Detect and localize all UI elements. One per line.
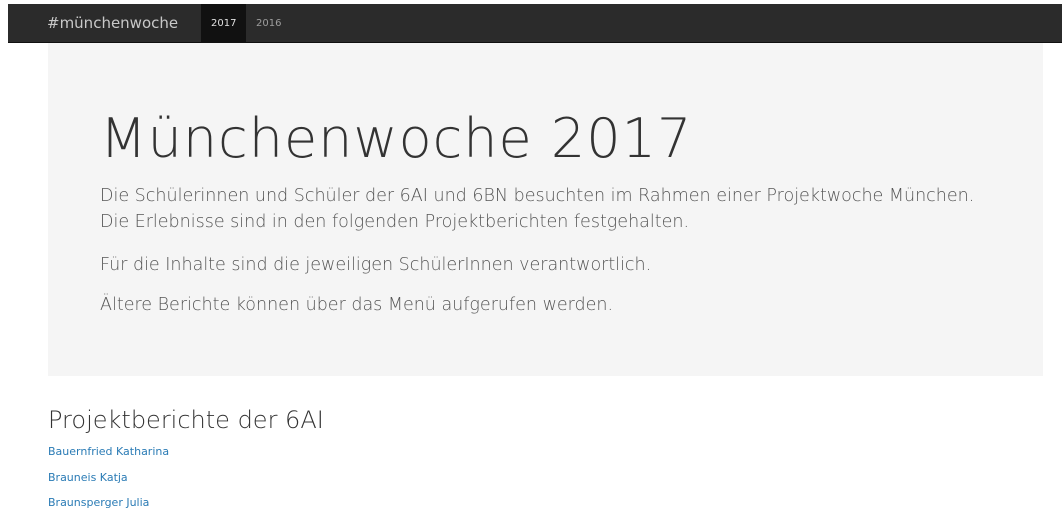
intro-paragraph: Die Schülerinnen und Schüler der 6AI und… (100, 186, 975, 232)
older-reports-paragraph: Ältere Berichte können über das Menü auf… (100, 295, 614, 315)
page-title: Münchenwoche 2017 (100, 107, 693, 170)
brand-link[interactable]: #münchenwoche (47, 4, 178, 43)
jumbotron: Münchenwoche 2017 Die Schülerinnen und S… (48, 43, 1043, 376)
section-title: Projektberichte der 6AI (48, 406, 324, 434)
page-margin (0, 0, 8, 514)
page: #münchenwoche 2017 2016 Münchenwoche 201… (0, 0, 1062, 514)
nav-item-2017[interactable]: 2017 (201, 4, 247, 43)
report-link[interactable]: Brauneis Katja (48, 470, 128, 486)
report-link[interactable]: Braunsperger Julia (48, 495, 149, 511)
top-navbar: #münchenwoche 2017 2016 (8, 4, 1062, 43)
nav-item-2016[interactable]: 2016 (246, 4, 291, 43)
report-link[interactable]: Bauernfried Katharina (48, 444, 169, 460)
responsibility-paragraph: Für die Inhalte sind die jeweiligen Schü… (100, 255, 652, 275)
